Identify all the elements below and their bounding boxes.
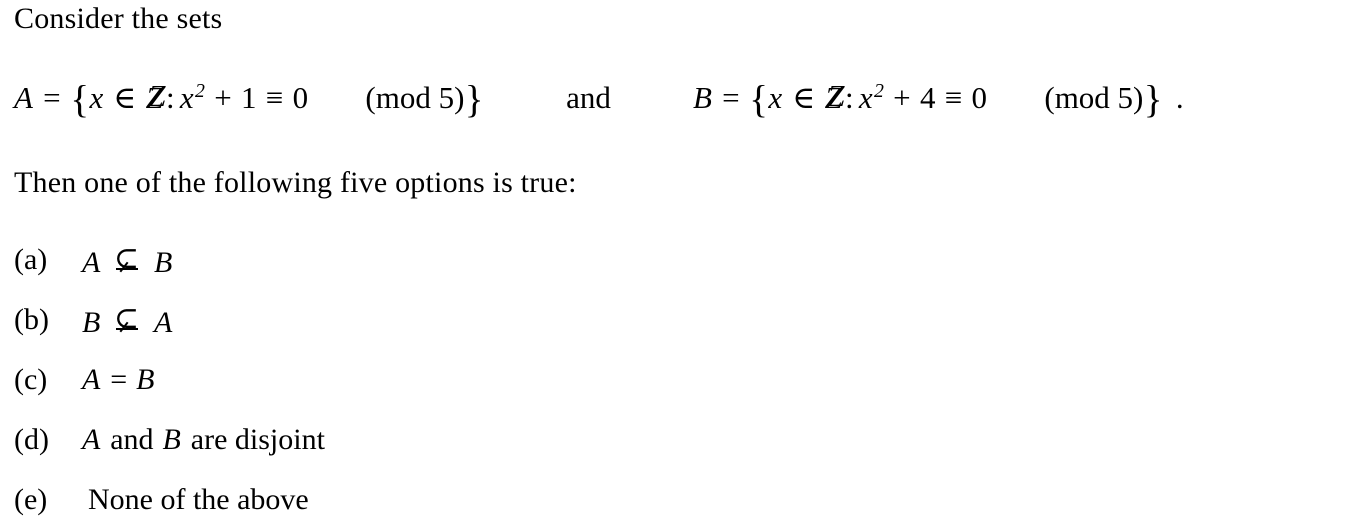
- terminal-period: .: [1175, 80, 1184, 116]
- element-of-icon: ∈: [792, 80, 816, 116]
- option-d-left-set: A: [82, 423, 101, 456]
- set-a-definition: A={x∈Z:x2+1≡0(mod 5)}: [14, 79, 492, 119]
- option-c-right-set: B: [136, 363, 155, 396]
- subset-not-equal-icon: ⊂: [113, 301, 139, 335]
- option-d-conjunction: and: [110, 423, 154, 456]
- option-e-label: (e): [14, 483, 48, 516]
- set-b-domain-integers: Z: [825, 80, 845, 115]
- option-b[interactable]: B ⊂ A: [82, 301, 173, 340]
- set-a-exponent: 2: [194, 79, 205, 102]
- option-d-right-set: B: [162, 423, 181, 456]
- set-b-variable: x: [768, 80, 783, 116]
- subset-not-equal-icon: ⊂: [113, 241, 139, 275]
- intro-text: Consider the sets: [14, 2, 223, 35]
- set-a-open-brace: {: [70, 78, 90, 121]
- option-b-right-set: A: [154, 306, 173, 340]
- option-d-trailing-text: are disjoint: [190, 423, 325, 456]
- set-b-exponent: 2: [873, 79, 884, 102]
- option-a-left-set: A: [82, 246, 101, 280]
- set-a-name: A: [14, 80, 33, 116]
- option-c-left-set: A: [82, 363, 101, 396]
- set-b-colon: :: [844, 80, 854, 116]
- set-b-name: B: [692, 80, 712, 116]
- set-b-residue: 0: [971, 80, 988, 116]
- congruence-icon: ≡: [265, 80, 284, 116]
- set-b-expression-base: x: [858, 80, 873, 116]
- congruence-icon: ≡: [944, 80, 963, 116]
- option-d-label: (d): [14, 423, 49, 456]
- set-a-colon: :: [166, 80, 175, 116]
- option-a-label: (a): [14, 243, 48, 276]
- set-definitions-line: A={x∈Z:x2+1≡0(mod 5)} and B={x∈Z:x2+4≡0(…: [14, 80, 1184, 119]
- set-b-modulus: (mod 5): [1044, 80, 1144, 116]
- option-d[interactable]: Aand Bare disjoint: [82, 423, 325, 457]
- option-e[interactable]: None of the above: [88, 483, 309, 517]
- set-b-close-brace: }: [1143, 78, 1163, 121]
- option-c-relation: =: [110, 363, 128, 396]
- set-b-definition: B={x∈Z:x2+4≡0(mod 5)}: [692, 79, 1171, 119]
- option-b-left-set: B: [82, 306, 101, 340]
- set-a-constant: 1: [240, 80, 257, 116]
- set-b-equals: =: [722, 80, 740, 116]
- question-text: Then one of the following five options i…: [14, 166, 577, 199]
- set-a-modulus: (mod 5): [365, 80, 465, 116]
- set-b-plus: +: [893, 80, 911, 116]
- option-b-label: (b): [14, 303, 49, 336]
- set-a-residue: 0: [292, 80, 309, 116]
- option-c-label: (c): [14, 363, 48, 396]
- set-a-equals: =: [43, 80, 61, 116]
- option-e-text: None of the above: [88, 483, 309, 516]
- set-a-domain-integers: Z: [146, 80, 166, 115]
- conjunction-and: and: [566, 80, 611, 116]
- set-b-open-brace: {: [749, 78, 769, 121]
- set-a-variable: x: [89, 80, 104, 116]
- option-a[interactable]: A ⊂ B: [82, 241, 173, 280]
- set-b-constant: 4: [919, 80, 936, 116]
- option-c[interactable]: A = B: [82, 363, 155, 397]
- element-of-icon: ∈: [113, 80, 137, 116]
- option-a-right-set: B: [154, 246, 173, 280]
- set-a-expression-base: x: [179, 80, 194, 116]
- set-a-plus: +: [214, 80, 232, 116]
- set-a-close-brace: }: [464, 78, 484, 121]
